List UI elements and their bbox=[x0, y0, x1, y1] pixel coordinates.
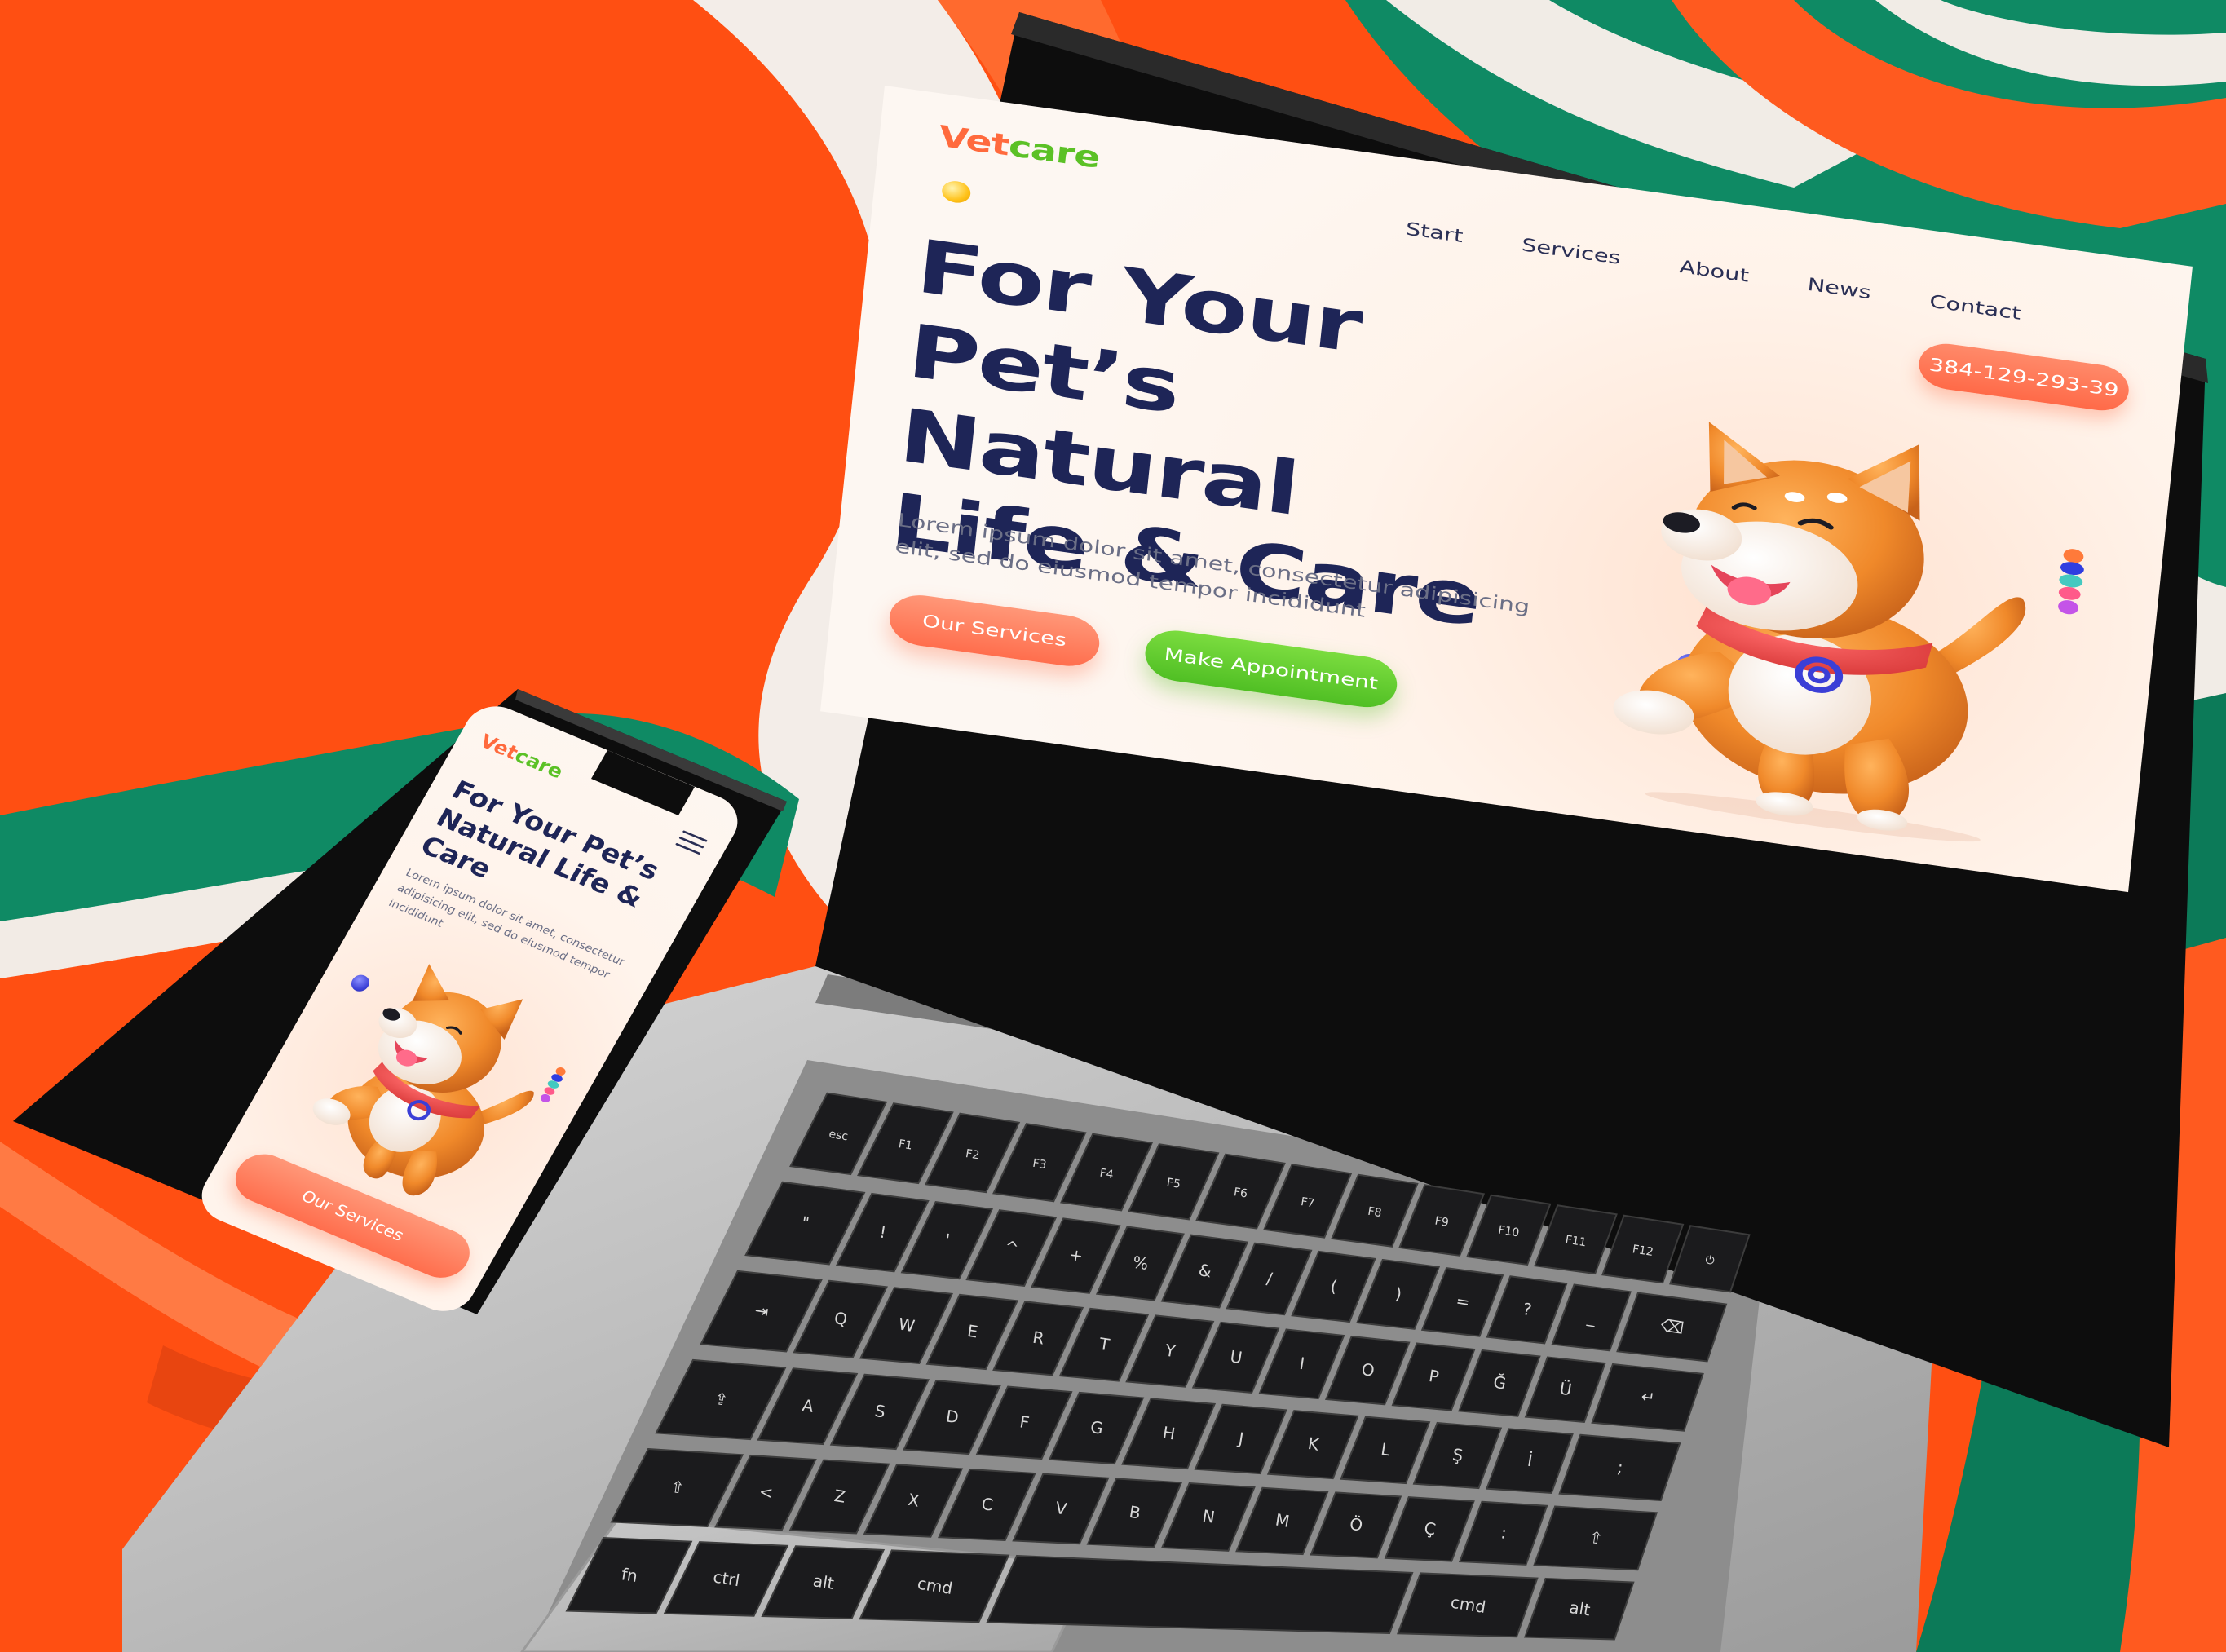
phone-notch bbox=[591, 750, 695, 815]
mockup-scene: esc F1 F2 F3 F4 F5 F6 F7 F8 F9 F10 F11 F12 ⏻ "! ' ^ +% & /(… bbox=[0, 0, 2226, 1652]
